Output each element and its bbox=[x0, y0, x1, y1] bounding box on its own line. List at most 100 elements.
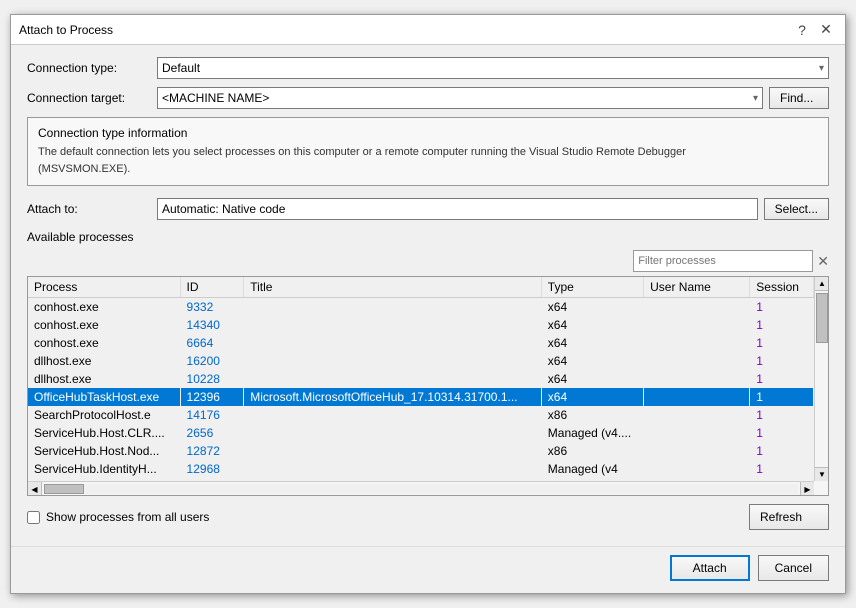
cell-id: 2656 bbox=[180, 424, 244, 442]
table-row[interactable]: OfficeHubTaskHost.exe 12396 Microsoft.Mi… bbox=[28, 388, 814, 406]
cell-title: Microsoft.MicrosoftOfficeHub_17.10314.31… bbox=[244, 388, 542, 406]
connection-type-combo[interactable]: Default ▾ bbox=[157, 57, 829, 79]
process-table-header: Process ID Title Type User Name Session bbox=[28, 277, 814, 298]
scroll-right-button[interactable]: ▶ bbox=[800, 482, 814, 496]
cell-id: 10228 bbox=[180, 370, 244, 388]
cell-id: 12872 bbox=[180, 442, 244, 460]
cell-session: 1 bbox=[750, 406, 814, 424]
table-row[interactable]: SearchProtocolHost.e 14176 x86 1 bbox=[28, 406, 814, 424]
cell-username bbox=[644, 316, 750, 334]
cell-id: 9332 bbox=[180, 298, 244, 317]
cell-process: ServiceHub.Host.Nod... bbox=[28, 442, 180, 460]
cell-username bbox=[644, 406, 750, 424]
table-row[interactable]: conhost.exe 6664 x64 1 bbox=[28, 334, 814, 352]
cell-title bbox=[244, 424, 542, 442]
cell-username bbox=[644, 442, 750, 460]
connection-target-combo[interactable]: <MACHINE NAME> ▾ bbox=[157, 87, 763, 109]
scroll-thumb[interactable] bbox=[816, 293, 828, 343]
hscroll-track bbox=[44, 484, 798, 494]
show-all-users-label[interactable]: Show processes from all users bbox=[27, 510, 209, 524]
process-table-body: conhost.exe 9332 x64 1 conhost.exe 14340… bbox=[28, 298, 814, 479]
connection-type-label: Connection type: bbox=[27, 61, 157, 75]
title-bar-buttons: ? ✕ bbox=[791, 19, 837, 41]
attach-to-input[interactable] bbox=[157, 198, 758, 220]
cell-process: OfficeHubTaskHost.exe bbox=[28, 388, 180, 406]
cell-type: x64 bbox=[541, 334, 643, 352]
cell-session: 1 bbox=[750, 298, 814, 317]
refresh-button[interactable]: Refresh bbox=[749, 504, 829, 530]
connection-target-control: <MACHINE NAME> ▾ Find... bbox=[157, 87, 829, 109]
cell-title bbox=[244, 406, 542, 424]
info-box-text: The default connection lets you select p… bbox=[38, 144, 818, 177]
select-button[interactable]: Select... bbox=[764, 198, 829, 220]
hscroll-thumb[interactable] bbox=[44, 484, 84, 494]
show-all-users-checkbox[interactable] bbox=[27, 511, 40, 524]
scroll-left-button[interactable]: ◀ bbox=[28, 482, 42, 496]
horizontal-scrollbar[interactable]: ◀ ▶ bbox=[28, 481, 814, 495]
dialog-content: Connection type: Default ▾ Connection ta… bbox=[11, 45, 845, 546]
connection-type-value: Default bbox=[162, 61, 200, 75]
attach-to-row: Attach to: Select... bbox=[27, 198, 829, 220]
dialog-footer: Attach Cancel bbox=[11, 546, 845, 593]
attach-to-label: Attach to: bbox=[27, 202, 157, 216]
available-processes-title: Available processes bbox=[27, 230, 829, 244]
close-button[interactable]: ✕ bbox=[815, 19, 837, 41]
table-row[interactable]: conhost.exe 9332 x64 1 bbox=[28, 298, 814, 317]
col-header-id: ID bbox=[180, 277, 244, 298]
table-row[interactable]: dllhost.exe 10228 x64 1 bbox=[28, 370, 814, 388]
cell-type: x64 bbox=[541, 352, 643, 370]
scroll-up-button[interactable]: ▲ bbox=[815, 277, 829, 291]
cell-username bbox=[644, 298, 750, 317]
cell-type: x86 bbox=[541, 406, 643, 424]
table-row[interactable]: conhost.exe 14340 x64 1 bbox=[28, 316, 814, 334]
cell-type: x64 bbox=[541, 388, 643, 406]
col-header-type: Type bbox=[541, 277, 643, 298]
cell-username bbox=[644, 370, 750, 388]
cell-process: conhost.exe bbox=[28, 316, 180, 334]
connection-target-row: Connection target: <MACHINE NAME> ▾ Find… bbox=[27, 87, 829, 109]
find-button[interactable]: Find... bbox=[769, 87, 829, 109]
connection-type-row: Connection type: Default ▾ bbox=[27, 57, 829, 79]
table-row[interactable]: dllhost.exe 16200 x64 1 bbox=[28, 352, 814, 370]
cell-session: 1 bbox=[750, 370, 814, 388]
table-row[interactable]: ServiceHub.Host.CLR.... 2656 Managed (v4… bbox=[28, 424, 814, 442]
cell-title bbox=[244, 370, 542, 388]
cell-session: 1 bbox=[750, 424, 814, 442]
help-button[interactable]: ? bbox=[791, 19, 813, 41]
filter-input[interactable] bbox=[633, 250, 813, 272]
cell-id: 16200 bbox=[180, 352, 244, 370]
attach-to-process-dialog: Attach to Process ? ✕ Connection type: D… bbox=[10, 14, 846, 594]
cell-process: dllhost.exe bbox=[28, 370, 180, 388]
scrollbar-corner bbox=[814, 481, 828, 495]
connection-target-arrow-icon: ▾ bbox=[753, 93, 758, 104]
table-row[interactable]: ServiceHub.Host.Nod... 12872 x86 1 bbox=[28, 442, 814, 460]
cell-process: conhost.exe bbox=[28, 298, 180, 317]
scroll-down-button[interactable]: ▼ bbox=[815, 467, 829, 481]
vertical-scrollbar[interactable]: ▲ ▼ bbox=[814, 277, 828, 481]
title-bar: Attach to Process ? ✕ bbox=[11, 15, 845, 45]
available-processes-section: Available processes ✕ Process ID Title bbox=[27, 230, 829, 496]
attach-to-control: Select... bbox=[157, 198, 829, 220]
filter-clear-button[interactable]: ✕ bbox=[817, 254, 829, 268]
process-table-container: Process ID Title Type User Name Session … bbox=[27, 276, 829, 496]
cell-id: 14176 bbox=[180, 406, 244, 424]
attach-button[interactable]: Attach bbox=[670, 555, 750, 581]
table-row[interactable]: ServiceHub.IdentityH... 12968 Managed (v… bbox=[28, 460, 814, 478]
cancel-button[interactable]: Cancel bbox=[758, 555, 829, 581]
cell-id: 6664 bbox=[180, 334, 244, 352]
cell-type: Managed (v4 bbox=[541, 460, 643, 478]
cell-process: conhost.exe bbox=[28, 334, 180, 352]
connection-type-label-text: Connection type: bbox=[27, 61, 117, 75]
cell-title bbox=[244, 298, 542, 317]
cell-title bbox=[244, 316, 542, 334]
cell-username bbox=[644, 388, 750, 406]
cell-process: dllhost.exe bbox=[28, 352, 180, 370]
cell-process: ServiceHub.IdentityH... bbox=[28, 460, 180, 478]
cell-type: x64 bbox=[541, 298, 643, 317]
cell-username bbox=[644, 424, 750, 442]
cell-type: x64 bbox=[541, 370, 643, 388]
process-table: Process ID Title Type User Name Session … bbox=[28, 277, 814, 478]
cell-process: ServiceHub.Host.CLR.... bbox=[28, 424, 180, 442]
show-all-users-text: Show processes from all users bbox=[46, 510, 209, 524]
col-header-process: Process bbox=[28, 277, 180, 298]
